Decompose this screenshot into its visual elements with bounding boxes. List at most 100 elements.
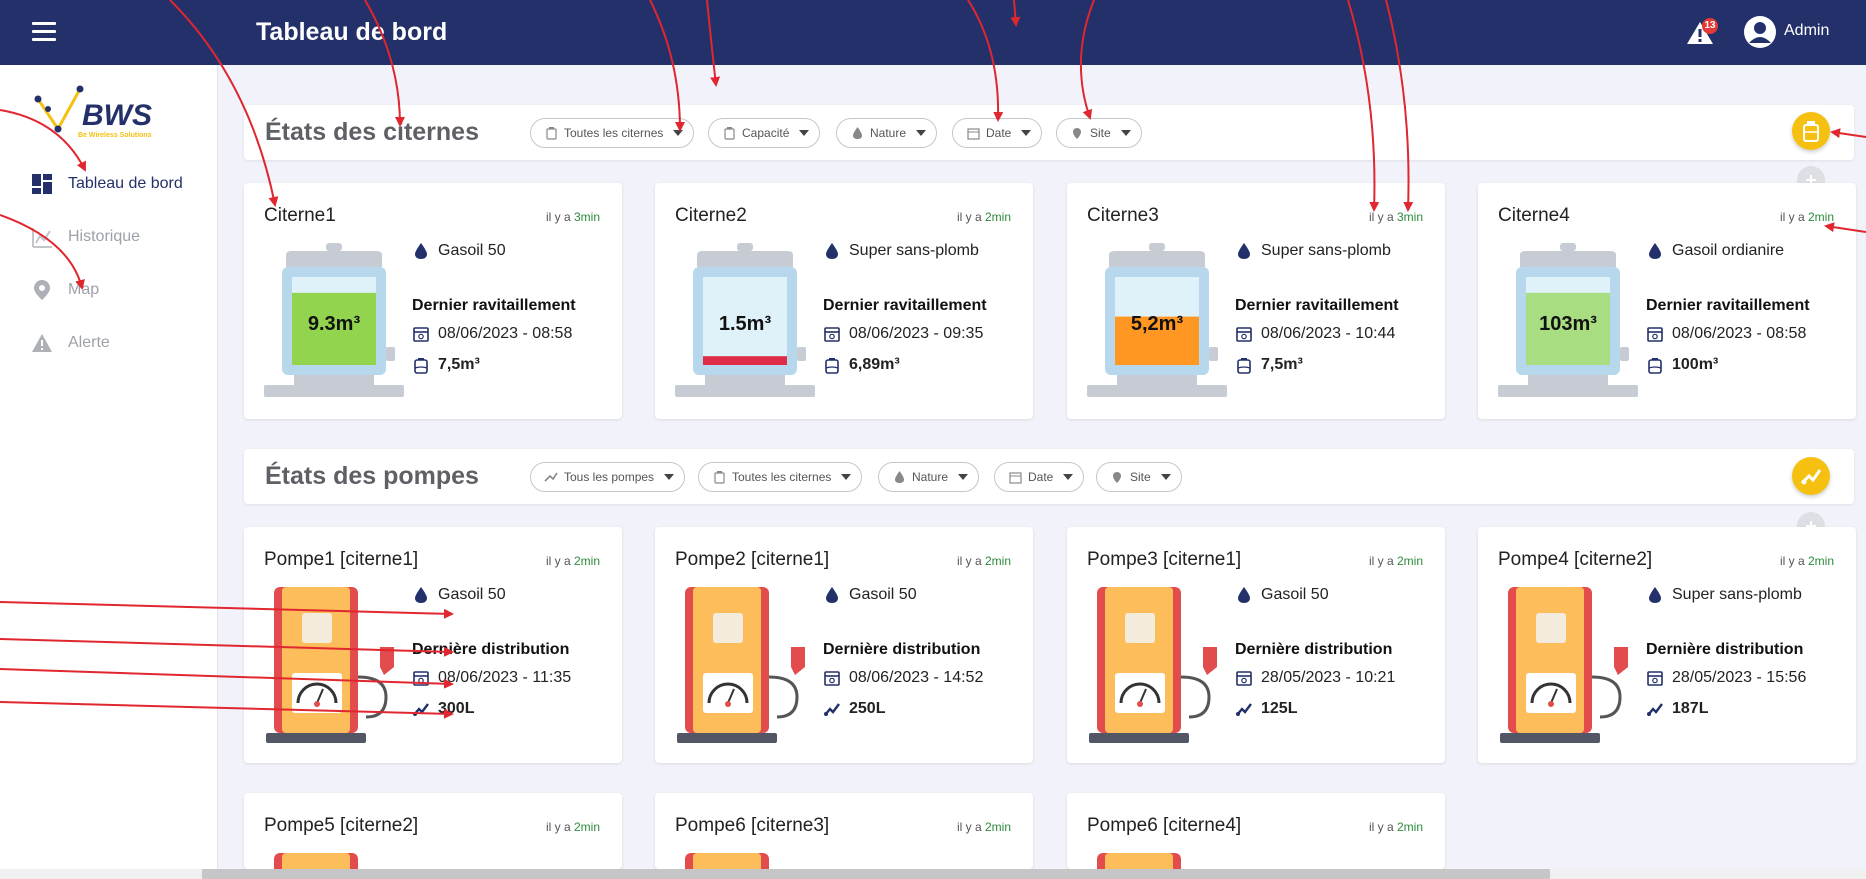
filter-nature[interactable]: Nature bbox=[836, 118, 938, 148]
tank-card-4[interactable]: Citerne4 il y a 2min 103m³ Gasoil ordian… bbox=[1478, 183, 1856, 419]
chevron-down-icon bbox=[1063, 474, 1074, 480]
fuel-type: Gasoil 50 bbox=[823, 586, 917, 604]
fuel-pump-illustration bbox=[1089, 587, 1217, 743]
calendar-icon bbox=[823, 669, 841, 687]
sidebar-item-historique[interactable]: Historique bbox=[30, 222, 140, 252]
tank-name: Citerne3 bbox=[1087, 205, 1159, 226]
dashboard-icon bbox=[30, 172, 54, 196]
last-update: il y a 2min bbox=[1368, 820, 1423, 834]
tanks-section-title: États des citernes bbox=[265, 118, 479, 146]
svg-text:BWS: BWS bbox=[82, 99, 152, 132]
last-update: il y a 2min bbox=[545, 820, 600, 834]
pump-main-fab[interactable] bbox=[1792, 457, 1830, 495]
horizontal-scrollbar-thumb[interactable] bbox=[202, 869, 1550, 879]
last-distribution-date: 08/06/2023 - 14:52 bbox=[823, 669, 983, 687]
sidebar-item-dashboard[interactable]: Tableau de bord bbox=[30, 169, 183, 199]
fuel-pump-illustration bbox=[1500, 587, 1628, 743]
tank-icon bbox=[1803, 121, 1819, 142]
last-update: il y a 3min bbox=[1368, 210, 1423, 224]
last-update: il y a 2min bbox=[1368, 554, 1423, 568]
last-distribution-heading: Dernière distribution bbox=[412, 641, 570, 658]
fuel-pump-illustration bbox=[1097, 853, 1181, 869]
tank-main-fab[interactable] bbox=[1792, 112, 1830, 150]
calendar-icon bbox=[823, 325, 841, 343]
last-refill-volume: 6,89m³ bbox=[823, 356, 900, 374]
fuel-drop-icon bbox=[1646, 586, 1664, 604]
last-update: il y a 2min bbox=[545, 554, 600, 568]
last-distribution-heading: Dernière distribution bbox=[823, 641, 981, 658]
map-pin-icon bbox=[1070, 126, 1084, 140]
sidebar: BWS Be Wireless Solutions Tableau de bor… bbox=[0, 65, 218, 879]
tank-card-1[interactable]: Citerne1 il y a 3min 9.3m³ Gasoil 50 Der… bbox=[244, 183, 622, 419]
pump-card-7[interactable]: Pompe6 [citerne4] il y a 2min bbox=[1067, 793, 1445, 869]
pump-card-4[interactable]: Pompe4 [citerne2] il y a 2min Super sans… bbox=[1478, 527, 1856, 763]
filter-date[interactable]: Date bbox=[994, 462, 1085, 492]
last-update: il y a 2min bbox=[1779, 210, 1834, 224]
chevron-down-icon bbox=[1160, 474, 1171, 480]
user-name[interactable]: Admin bbox=[1784, 22, 1829, 40]
filter-site[interactable]: Site bbox=[1056, 118, 1142, 148]
filter-pumps[interactable]: Tous les pompes bbox=[530, 462, 686, 492]
pump-name: Pompe2 [citerne1] bbox=[675, 549, 830, 570]
last-update: il y a 2min bbox=[956, 210, 1011, 224]
fuel-drop-icon bbox=[823, 242, 841, 260]
last-refill-volume: 7,5m³ bbox=[1235, 356, 1303, 374]
pump-card-2[interactable]: Pompe2 [citerne1] il y a 2min Gasoil 50 … bbox=[655, 527, 1033, 763]
last-refill-heading: Dernier ravitaillement bbox=[412, 297, 576, 314]
last-refill-heading: Dernier ravitaillement bbox=[823, 297, 987, 314]
pump-card-1[interactable]: Pompe1 [citerne1] il y a 2min Gasoil 50 … bbox=[244, 527, 622, 763]
tank-icon bbox=[412, 356, 430, 374]
pump-name: Pompe4 [citerne2] bbox=[1498, 549, 1653, 570]
sidebar-item-label: Tableau de bord bbox=[68, 175, 183, 192]
pump-card-5[interactable]: Pompe5 [citerne2] il y a 2min bbox=[244, 793, 622, 869]
filter-tanks[interactable]: Toutes les citernes bbox=[530, 118, 695, 148]
last-distribution-volume: 187L bbox=[1646, 700, 1708, 718]
tank-icon bbox=[712, 470, 726, 484]
chevron-down-icon bbox=[1120, 130, 1131, 136]
filter-tanks[interactable]: Toutes les citernes bbox=[698, 462, 863, 492]
calendar-icon bbox=[1646, 325, 1664, 343]
map-pin-icon bbox=[30, 278, 54, 302]
last-update: il y a 2min bbox=[956, 554, 1011, 568]
filter-site[interactable]: Site bbox=[1096, 462, 1182, 492]
tank-icon bbox=[1235, 356, 1253, 374]
chart-icon bbox=[30, 225, 54, 249]
tank-card-2[interactable]: Citerne2 il y a 2min 1.5m³ Super sans-pl… bbox=[655, 183, 1033, 419]
sidebar-item-map[interactable]: Map bbox=[30, 275, 99, 305]
fuel-nozzle-icon bbox=[544, 470, 558, 484]
fuel-drop-icon bbox=[412, 586, 430, 604]
last-refill-date: 08/06/2023 - 10:44 bbox=[1235, 325, 1395, 343]
last-refill-date: 08/06/2023 - 08:58 bbox=[412, 325, 572, 343]
alert-count-badge: 13 bbox=[1702, 18, 1718, 34]
pumps-section-bar: États des pompes Tous les pompes Toutes … bbox=[244, 449, 1854, 504]
last-refill-heading: Dernier ravitaillement bbox=[1646, 297, 1810, 314]
user-avatar-icon[interactable] bbox=[1743, 15, 1777, 49]
fuel-pump-illustration bbox=[274, 853, 358, 869]
last-refill-volume: 100m³ bbox=[1646, 356, 1718, 374]
filter-nature[interactable]: Nature bbox=[878, 462, 980, 492]
map-pin-icon bbox=[1110, 470, 1124, 484]
last-distribution-volume: 250L bbox=[823, 700, 885, 718]
last-distribution-heading: Dernière distribution bbox=[1646, 641, 1804, 658]
last-refill-date: 08/06/2023 - 08:58 bbox=[1646, 325, 1806, 343]
calendar-icon bbox=[1235, 669, 1253, 687]
filter-date[interactable]: Date bbox=[952, 118, 1043, 148]
sidebar-item-alerte[interactable]: Alerte bbox=[30, 328, 110, 358]
filter-capacity[interactable]: Capacité bbox=[708, 118, 821, 148]
fuel-type: Gasoil ordianire bbox=[1646, 242, 1784, 260]
menu-icon[interactable] bbox=[32, 22, 56, 42]
tank-card-3[interactable]: Citerne3 il y a 3min 5,2m³ Super sans-pl… bbox=[1067, 183, 1445, 419]
fuel-type: Gasoil 50 bbox=[412, 242, 506, 260]
last-distribution-volume: 125L bbox=[1235, 700, 1297, 718]
pump-card-6[interactable]: Pompe6 [citerne3] il y a 2min bbox=[655, 793, 1033, 869]
calendar-icon bbox=[1008, 470, 1022, 484]
calendar-icon bbox=[1646, 669, 1664, 687]
sidebar-item-label: Map bbox=[68, 281, 100, 298]
chevron-down-icon bbox=[664, 474, 675, 480]
fuel-drop-icon bbox=[1646, 242, 1664, 260]
warning-icon bbox=[30, 331, 54, 355]
pump-card-3[interactable]: Pompe3 [citerne1] il y a 2min Gasoil 50 … bbox=[1067, 527, 1445, 763]
tank-icon bbox=[544, 126, 558, 140]
fuel-pump-illustration bbox=[677, 587, 805, 743]
tank-level-label: 103m³ bbox=[1539, 313, 1597, 335]
